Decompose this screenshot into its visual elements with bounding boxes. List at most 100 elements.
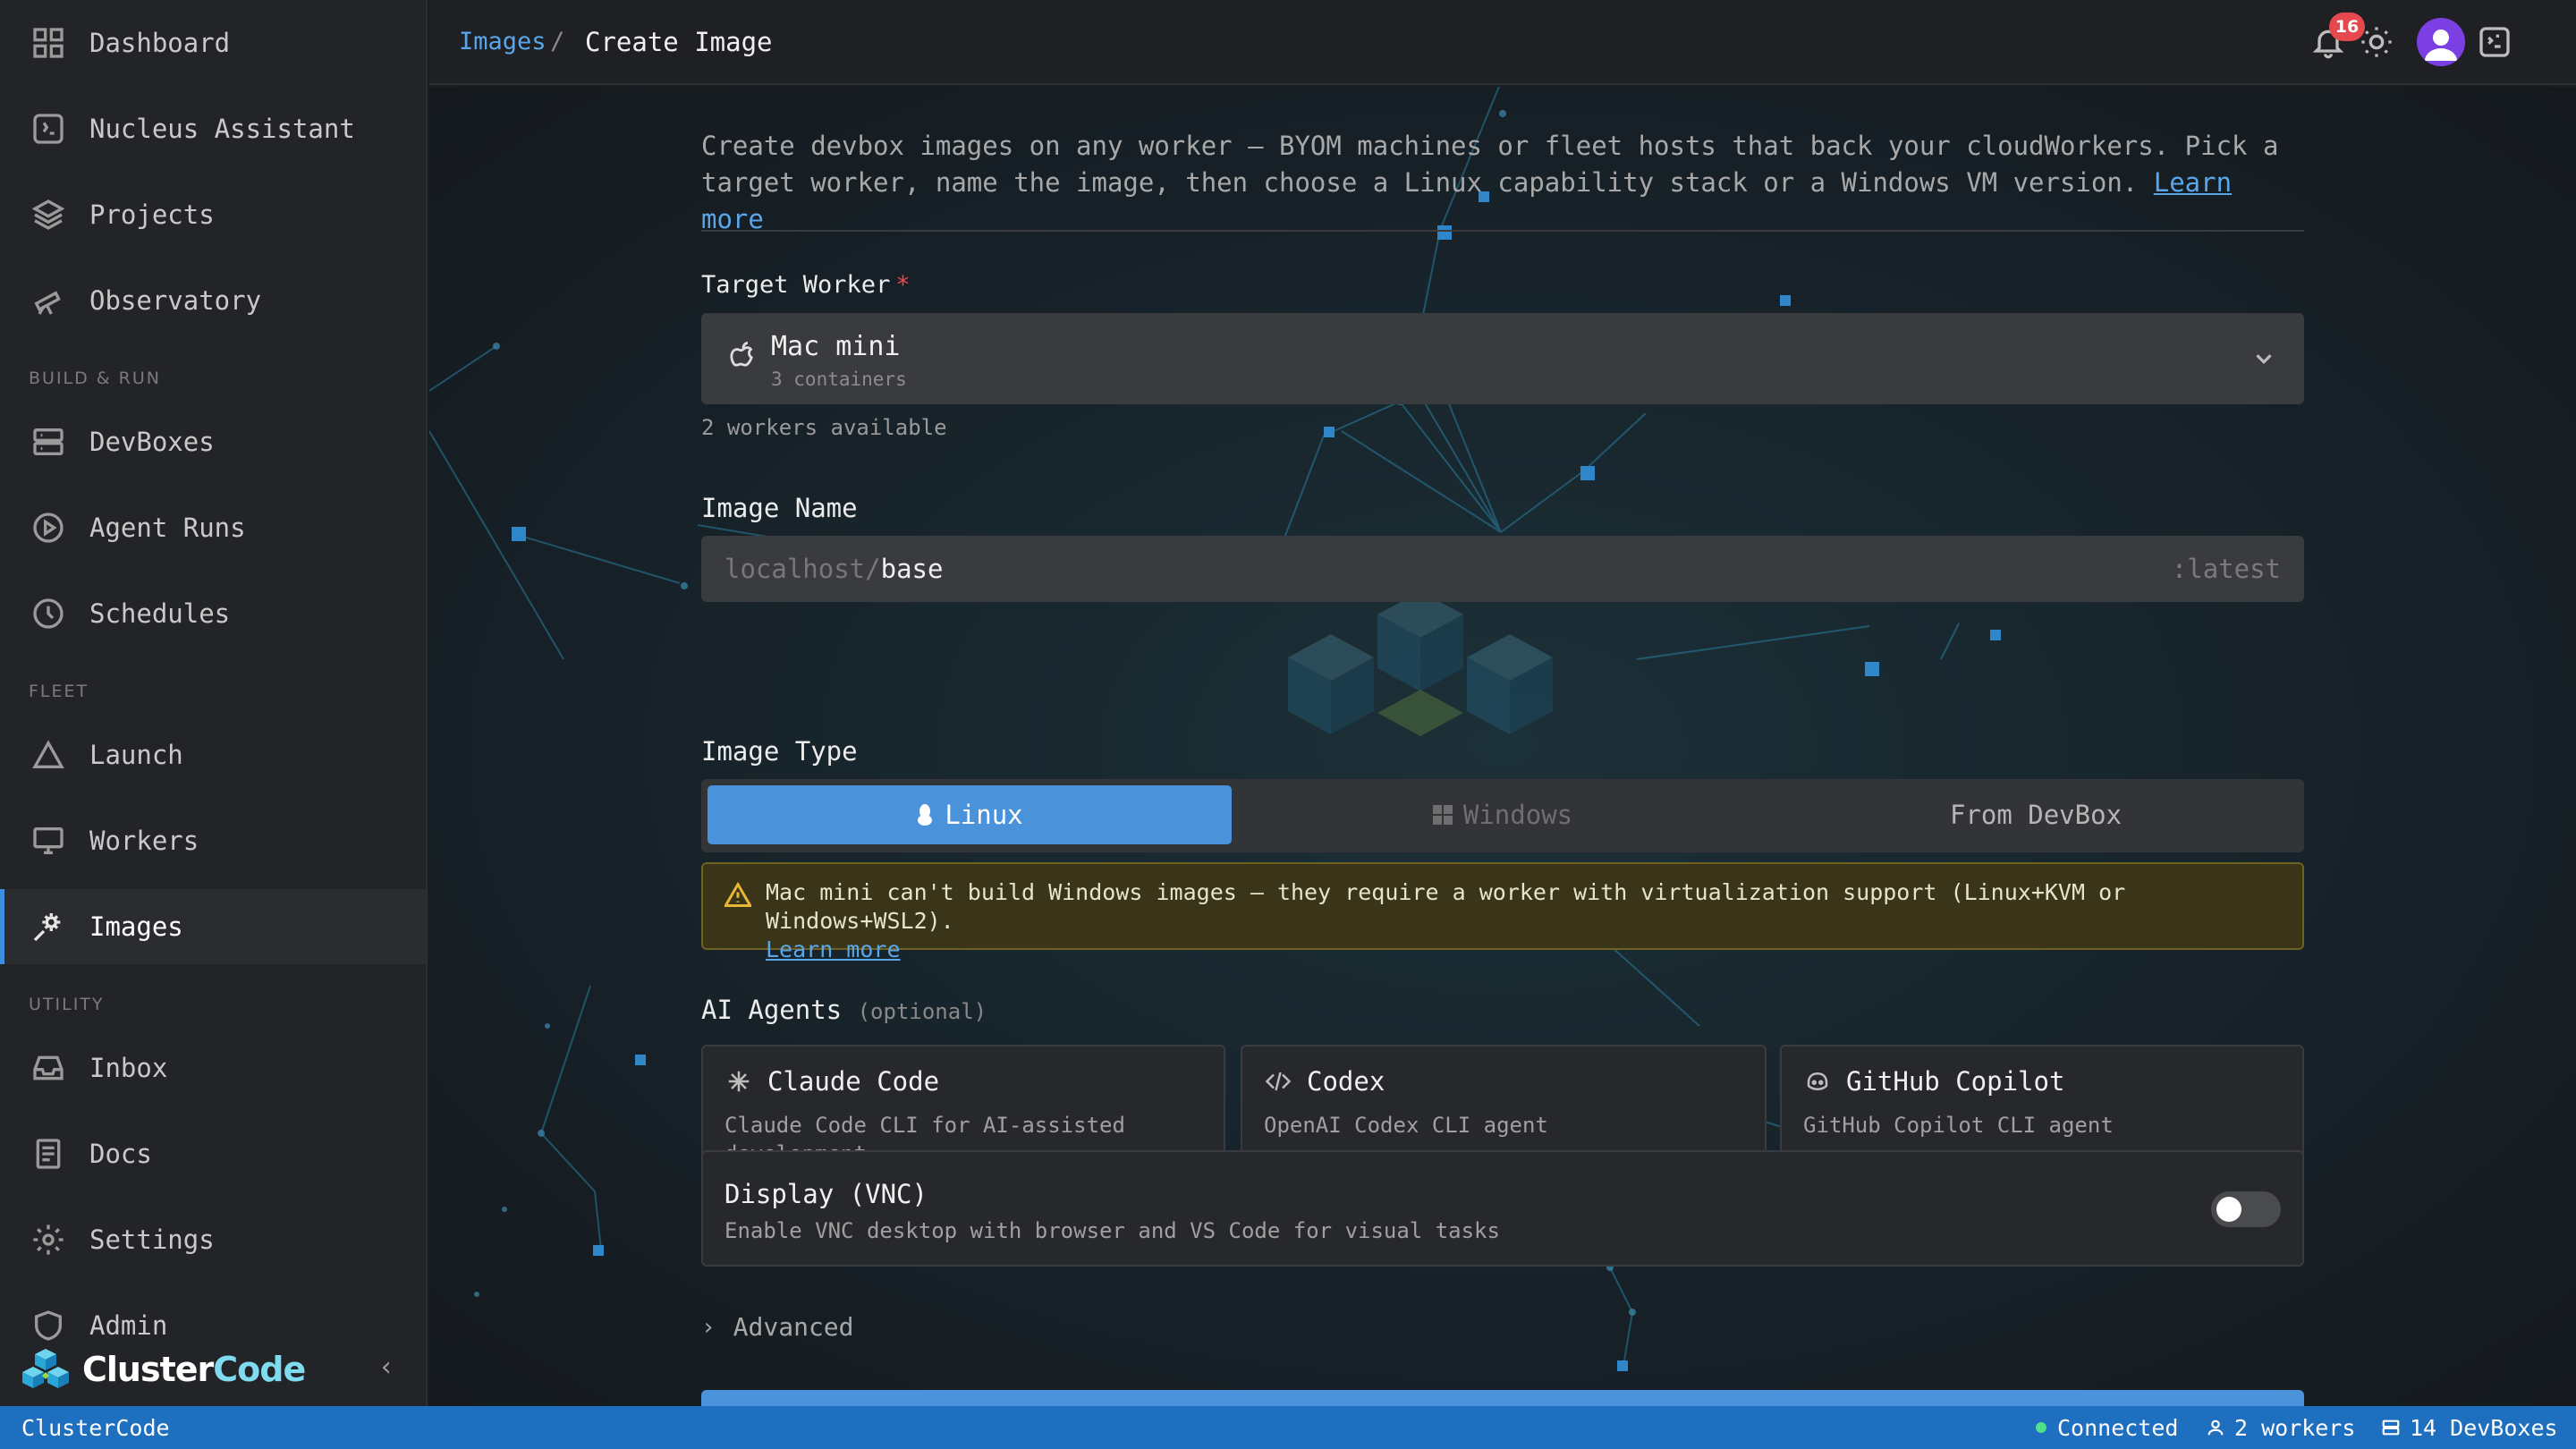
cube-logo-icon [22, 1349, 69, 1388]
linux-icon [916, 803, 934, 826]
assistant-panel-button[interactable] [2474, 21, 2515, 63]
sidebar-item-label: Workers [89, 826, 199, 856]
sidebar: Dashboard Nucleus Assistant Projects Obs… [0, 0, 428, 1406]
required-indicator: * [895, 271, 911, 299]
code-icon [1264, 1067, 1292, 1096]
sidebar-item-label: Inbox [89, 1053, 168, 1083]
clock-icon [30, 596, 66, 631]
agent-card-title: Codex [1307, 1066, 1385, 1097]
copilot-icon [1803, 1067, 1832, 1096]
selected-worker-containers: 3 containers [771, 369, 907, 390]
sidebar-item-label: Admin [89, 1310, 168, 1341]
server-icon [30, 424, 66, 460]
page-title: Create Image [585, 26, 773, 57]
user-avatar[interactable] [2417, 18, 2465, 66]
intro-text: Create devbox images on any worker — BYO… [701, 131, 2279, 234]
sidebar-item-label: Dashboard [89, 28, 231, 58]
image-type-label: Image Type [701, 736, 858, 767]
connection-status: Connected [2036, 1415, 2178, 1441]
advanced-label: Advanced [733, 1312, 854, 1342]
image-name-label: Image Name [701, 493, 858, 523]
notifications-button[interactable]: 16 [2308, 13, 2365, 63]
sidebar-item-images[interactable]: Images [0, 889, 426, 964]
sidebar-item-launch[interactable]: Launch [0, 717, 426, 792]
sidebar-item-schedules[interactable]: Schedules [0, 576, 426, 651]
sidebar-item-devboxes[interactable]: DevBoxes [0, 404, 426, 479]
target-worker-select[interactable]: Mac mini 3 containers [701, 313, 2304, 404]
brand-name: ClusterCode [82, 1350, 306, 1389]
monitor-icon [30, 823, 66, 859]
image-name-input[interactable]: localhost/base :latest [701, 536, 2304, 602]
sidebar-item-label: Observatory [89, 285, 262, 316]
warning-learn-more-link[interactable]: Learn more [766, 936, 901, 962]
target-worker-label: Target Worker * [701, 271, 911, 299]
breadcrumb-separator: / [550, 28, 565, 55]
ai-agents-label: AI Agents (optional) [701, 995, 987, 1025]
workers-available-text: 2 workers available [701, 415, 947, 440]
toggle-knob [2216, 1197, 2241, 1222]
image-type-linux-button[interactable]: Linux [708, 785, 1232, 844]
sidebar-item-label: Agent Runs [89, 513, 246, 543]
image-name-value: base [880, 554, 944, 584]
image-type-selector: Linux Windows From DevBox [701, 779, 2304, 852]
sidebar-item-nucleus-assistant[interactable]: Nucleus Assistant [0, 91, 426, 166]
dashboard-icon [30, 25, 66, 61]
sidebar-item-observatory[interactable]: Observatory [0, 263, 426, 338]
image-tag-suffix: :latest [2171, 554, 2281, 584]
vnc-title: Display (VNC) [724, 1179, 928, 1209]
telescope-icon [30, 283, 66, 318]
sidebar-item-projects[interactable]: Projects [0, 177, 426, 252]
connected-dot-icon [2036, 1422, 2046, 1433]
theme-toggle-button[interactable] [2356, 21, 2397, 63]
sidebar-item-agent-runs[interactable]: Agent Runs [0, 490, 426, 565]
user-icon [2425, 30, 2457, 61]
sun-icon [2361, 27, 2392, 57]
vnc-toggle[interactable] [2211, 1191, 2281, 1227]
advanced-section-toggle[interactable]: › Advanced [701, 1312, 854, 1342]
image-type-from-devbox-button[interactable]: From DevBox [1774, 785, 2298, 844]
image-type-windows-button[interactable]: Windows [1241, 785, 1765, 844]
section-label-fleet: FLEET [29, 682, 89, 701]
sidebar-item-settings[interactable]: Settings [0, 1202, 426, 1277]
agent-card-desc: GitHub Copilot CLI agent [1803, 1113, 2114, 1138]
warning-icon [723, 881, 753, 914]
sidebar-item-dashboard[interactable]: Dashboard [0, 5, 426, 80]
sidebar-item-label: Images [89, 911, 183, 942]
sidebar-item-label: Launch [89, 740, 183, 770]
collapse-sidebar-icon[interactable]: ‹ [369, 1349, 404, 1385]
vnc-description: Enable VNC desktop with browser and VS C… [724, 1218, 1500, 1243]
sidebar-item-label: Projects [89, 199, 215, 230]
assistant-icon [30, 111, 66, 147]
agent-card-title: GitHub Copilot [1846, 1066, 2065, 1097]
user-icon [2207, 1419, 2224, 1436]
document-icon [30, 1136, 66, 1172]
inbox-icon [30, 1050, 66, 1086]
layers-icon [30, 197, 66, 233]
status-app-name: ClusterCode [21, 1414, 170, 1441]
breadcrumb-images-link[interactable]: Images [459, 28, 547, 55]
vnc-display-option: Display (VNC) Enable VNC desktop with br… [701, 1150, 2304, 1267]
brand-logo[interactable]: ClusterCode [21, 1345, 306, 1394]
chevron-down-icon [2250, 345, 2277, 372]
devboxes-count[interactable]: 14 DevBoxes [2381, 1415, 2558, 1441]
workers-count[interactable]: 2 workers [2206, 1415, 2355, 1441]
gear-sparkle-icon [30, 909, 66, 945]
selected-worker-name: Mac mini [771, 331, 901, 362]
triangle-icon [30, 737, 66, 773]
apple-icon [728, 340, 758, 377]
settings-icon [30, 1222, 66, 1258]
sidebar-item-workers[interactable]: Workers [0, 803, 426, 878]
section-label-utility: UTILITY [29, 995, 105, 1014]
divider [701, 230, 2304, 232]
assistant-panel-icon [2479, 27, 2510, 57]
warning-text: Mac mini can't build Windows images — th… [766, 879, 2126, 934]
create-image-button[interactable] [701, 1390, 2304, 1406]
agent-card-desc: OpenAI Codex CLI agent [1264, 1113, 1548, 1138]
section-label-build-run: BUILD & RUN [29, 369, 161, 388]
main-content: Create devbox images on any worker — BYO… [429, 87, 2576, 1406]
sidebar-item-inbox[interactable]: Inbox [0, 1030, 426, 1106]
windows-warning-banner: Mac mini can't build Windows images — th… [701, 862, 2304, 962]
status-bar: ClusterCode Connected 2 workers 14 DevBo… [0, 1406, 2576, 1449]
sidebar-item-label: Schedules [89, 598, 231, 629]
sidebar-item-docs[interactable]: Docs [0, 1116, 426, 1191]
